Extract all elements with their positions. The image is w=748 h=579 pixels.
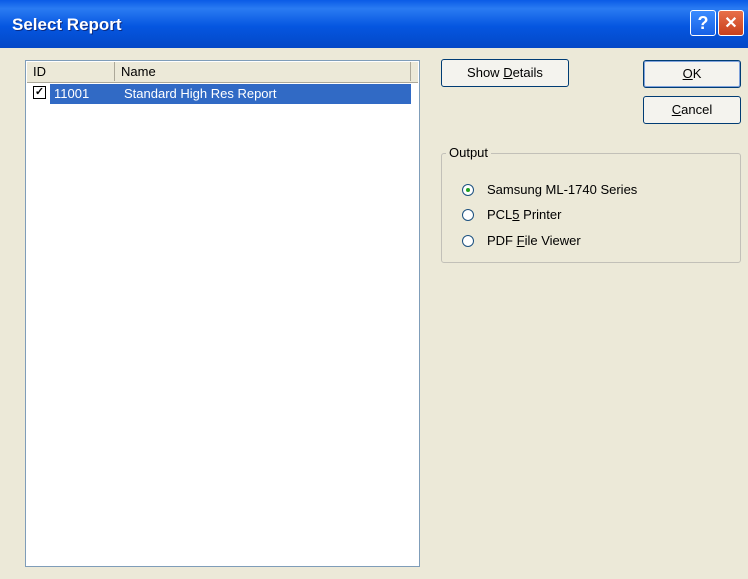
window-title: Select Report: [12, 15, 122, 34]
option-text: PDF: [487, 233, 517, 248]
list-item[interactable]: ✓ 11001 Standard High Res Report: [27, 84, 418, 104]
show-details-label-pre: Show: [467, 65, 504, 80]
help-button[interactable]: ?: [690, 10, 716, 36]
option-text: Samsung ML-1740 Series: [487, 182, 638, 197]
option-text-post: Printer: [519, 207, 562, 222]
list-header: ID Name: [27, 62, 418, 83]
radio-button[interactable]: [462, 209, 474, 221]
report-name: Standard High Res Report: [120, 84, 411, 104]
cancel-button[interactable]: Cancel: [643, 96, 741, 124]
show-details-button[interactable]: Show Details: [441, 59, 569, 87]
cancel-mnemonic: C: [671, 102, 682, 117]
option-text-post: ile Viewer: [524, 233, 581, 248]
radio-button[interactable]: [462, 235, 474, 247]
output-option-label: Samsung ML-1740 Series: [487, 180, 637, 200]
output-group-legend: Output: [446, 145, 492, 160]
option-mnemonic: 5: [512, 207, 520, 222]
output-group: [441, 153, 741, 263]
report-list[interactable]: ID Name ✓ 11001 Standard High Res Report: [25, 60, 420, 567]
report-id: 11001: [50, 84, 120, 104]
column-header-filler: [411, 62, 418, 81]
cancel-label-post: ancel: [681, 102, 713, 117]
ok-mnemonic: O: [682, 66, 693, 81]
radio-button-selected[interactable]: [462, 184, 474, 196]
row-checkbox[interactable]: ✓: [33, 86, 46, 99]
column-header-id[interactable]: ID: [27, 62, 115, 81]
close-icon: ✕: [724, 15, 738, 32]
option-mnemonic: F: [516, 233, 525, 248]
output-option-label: PCL5 Printer: [487, 205, 561, 225]
title-bar[interactable]: Select Report ? ✕: [0, 0, 748, 48]
show-details-label-post: etails: [512, 65, 543, 80]
option-text: PCL: [487, 207, 513, 222]
close-button[interactable]: ✕: [718, 10, 744, 36]
ok-label-post: K: [692, 66, 702, 81]
output-option-label: PDF File Viewer: [487, 231, 581, 251]
help-icon: ?: [697, 12, 709, 33]
column-header-name[interactable]: Name: [115, 62, 411, 81]
show-details-mnemonic: D: [503, 65, 513, 80]
ok-button[interactable]: OK: [643, 60, 741, 88]
